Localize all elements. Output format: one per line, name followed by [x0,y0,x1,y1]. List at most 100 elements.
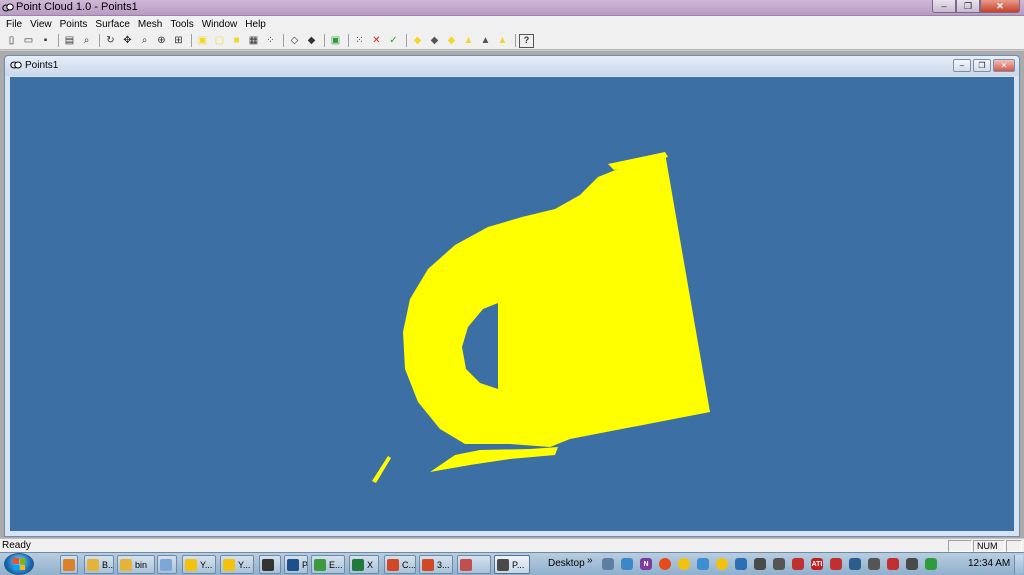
point-cloud-icon[interactable]: ⁙ [352,34,367,48]
taskbar-button-label: 3... [437,559,450,570]
security-icon[interactable] [887,558,899,570]
taskbar-button-folder[interactable]: B... [84,555,114,574]
speaker-icon[interactable] [754,558,766,570]
menu-file[interactable]: File [2,19,26,30]
status-pane-num: NUM [973,540,1005,552]
menu-help[interactable]: Help [241,19,270,30]
toolbar-chevron[interactable]: » [587,555,593,566]
taskbar-button-chrome[interactable]: E... [311,555,345,574]
window-icon[interactable] [868,558,880,570]
status-bar: Ready NUM [0,538,1024,552]
system-clock[interactable]: 12:34 AM [968,558,1010,569]
desktop-toolbar-label[interactable]: Desktop [548,558,585,569]
close-button[interactable]: ✕ [980,0,1020,13]
print-preview-icon[interactable]: ⌕ [79,34,94,48]
export-icon[interactable]: ▣ [328,34,343,48]
cube-solid-icon[interactable]: ◆ [304,34,319,48]
pan-icon[interactable]: ✥ [120,34,135,48]
menu-surface[interactable]: Surface [91,19,133,30]
delete-points-icon[interactable]: ✕ [369,34,384,48]
smiley-icon[interactable] [659,558,671,570]
filled-triangle-icon[interactable]: ▲ [495,34,510,48]
network-icon[interactable] [697,558,709,570]
network-icon [160,558,172,571]
toolbar: ▯ ▭ ▪ ▤ ⌕ ↻ ✥ ⌕ ⊕ ⊞ ▣ ▢ ■ ▦ ⁘ ◇ ◆ ▣ ⁙ ✕ ✓ ◆ ◆ ◆ ▲ ▲ ▲? [0,32,1024,50]
child-window-title: Points1 [25,60,59,71]
taskbar-button-messenger[interactable]: Y... [182,555,216,574]
check-points-icon[interactable]: ✓ [386,34,401,48]
taskbar-button-label: X [367,559,374,570]
update-icon[interactable] [735,558,747,570]
flag-icon[interactable] [792,558,804,570]
search-icon[interactable] [602,558,614,570]
child-maximize-button[interactable]: ❐ [973,59,991,72]
menu-mesh[interactable]: Mesh [134,19,166,30]
start-button[interactable] [4,553,34,575]
scatter-icon[interactable]: ⁘ [263,34,278,48]
menu-view[interactable]: View [26,19,56,30]
toolbar-separator [515,34,516,47]
menu-window[interactable]: Window [198,19,242,30]
menu-points[interactable]: Points [56,19,92,30]
child-close-button[interactable]: ✕ [993,59,1015,72]
taskbar-button-label: C... [402,559,416,570]
globe-icon[interactable] [621,558,633,570]
smiley-icon[interactable] [678,558,690,570]
menu-tools[interactable]: Tools [166,19,197,30]
usb-icon[interactable] [906,558,918,570]
ati-icon[interactable]: ATI [811,558,823,570]
point-cloud-render [372,152,710,483]
help-icon[interactable]: ? [519,33,534,48]
grid-icon[interactable]: ▦ [246,34,261,48]
status-pane-scroll [1006,540,1022,552]
show-desktop-button[interactable] [1014,555,1023,574]
save-icon[interactable]: ▪ [38,34,53,48]
note-icon[interactable]: ■ [229,34,244,48]
filled-diamond-icon[interactable]: ◆ [444,34,459,48]
monitor-icon[interactable] [849,558,861,570]
minimize-button[interactable]: – [932,0,956,13]
zoom-fit-icon[interactable]: ⊞ [171,34,186,48]
shaded-diamond-icon[interactable]: ◆ [427,34,442,48]
battery-icon[interactable] [925,558,937,570]
triangle-shape-icon[interactable]: ▲ [461,34,476,48]
taskbar-button-image[interactable] [457,555,491,574]
shield-icon[interactable] [830,558,842,570]
zoom-window-icon[interactable]: ⊕ [154,34,169,48]
taskbar-button-excel[interactable]: X [349,555,379,574]
taskbar-button-label: bin [135,559,148,570]
status-pane-caps [948,540,972,552]
signal-icon[interactable] [773,558,785,570]
onenote-icon[interactable]: N [640,558,652,570]
powerpoint-icon [387,558,399,571]
rotate-icon[interactable]: ↻ [103,34,118,48]
zoom-icon[interactable]: ⌕ [137,34,152,48]
diamond-shape-icon[interactable]: ◆ [410,34,425,48]
taskbar-button-pointcloud[interactable]: P... [494,555,530,574]
copy-points-icon[interactable]: ▢ [212,34,227,48]
maximize-button[interactable]: ❐ [956,0,980,13]
taskbar-button-photoshop[interactable]: Ps [284,555,308,574]
toolbar-separator [348,34,349,47]
shaded-triangle-icon[interactable]: ▲ [478,34,493,48]
point-cloud-viewport[interactable] [10,77,1014,531]
taskbar-button-powerpoint[interactable]: C... [384,555,416,574]
new-icon[interactable]: ▯ [4,34,19,48]
toolbar-separator [58,34,59,47]
select-points-icon[interactable]: ▣ [195,34,210,48]
open-icon[interactable]: ▭ [21,34,36,48]
taskbar-button-folder[interactable]: bin [117,555,155,574]
child-minimize-button[interactable]: – [953,59,971,72]
child-title-bar: Points1 – ❐ ✕ [5,56,1019,76]
taskbar-button-powerpoint[interactable]: 3... [419,555,453,574]
taskbar-button-network[interactable] [157,555,177,574]
smiley-icon[interactable] [716,558,728,570]
taskbar-button-messenger[interactable]: Y... [220,555,254,574]
cube-outline-icon[interactable]: ◇ [287,34,302,48]
print-icon[interactable]: ▤ [62,34,77,48]
taskbar-button-media-player[interactable] [60,555,78,574]
messenger-icon [223,558,235,571]
taskbar-button-chip[interactable] [259,555,281,574]
image-icon [460,558,472,571]
windows-logo-icon [13,558,25,570]
